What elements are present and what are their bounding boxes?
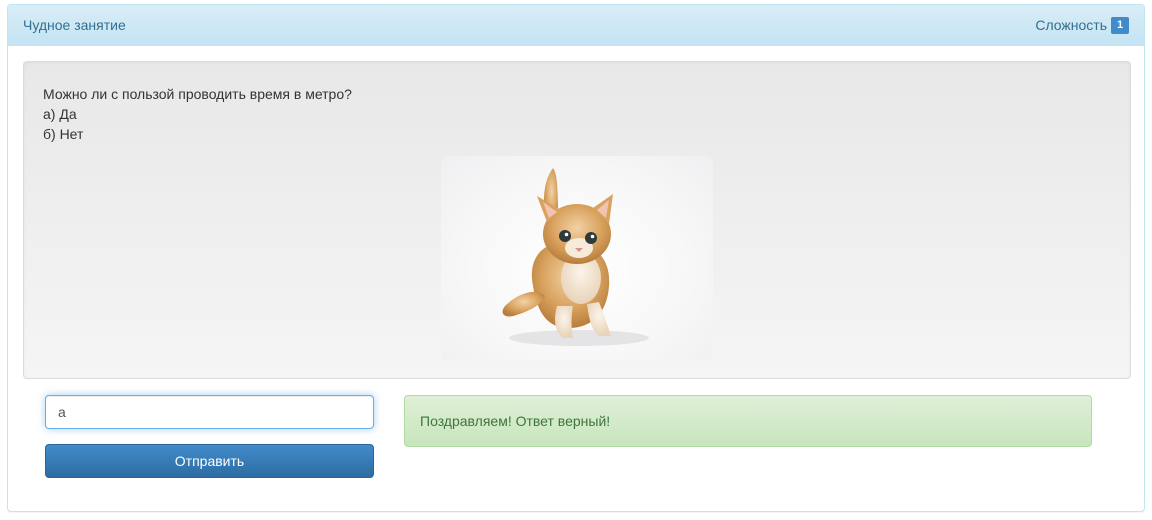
question-text: Можно ли с пользой проводить время в мет… xyxy=(43,86,352,102)
difficulty-indicator: Сложность 1 xyxy=(1035,16,1129,34)
option-no: б) Нет xyxy=(43,126,84,142)
panel-heading: Чудное занятие Сложность 1 xyxy=(8,5,1144,46)
success-alert: Поздравляем! Ответ верный! xyxy=(404,395,1092,447)
lesson-title: Чудное занятие xyxy=(23,17,126,33)
kitten-photo xyxy=(441,156,713,360)
kitten-icon xyxy=(502,168,649,346)
difficulty-label: Сложность xyxy=(1035,17,1107,33)
answer-input[interactable] xyxy=(45,395,374,429)
option-yes: а) Да xyxy=(43,106,77,122)
question-block: Можно ли с пользой проводить время в мет… xyxy=(43,84,352,144)
question-well: Можно ли с пользой проводить время в мет… xyxy=(23,61,1131,379)
difficulty-badge: 1 xyxy=(1111,16,1129,34)
submit-button[interactable]: Отправить xyxy=(45,444,374,478)
